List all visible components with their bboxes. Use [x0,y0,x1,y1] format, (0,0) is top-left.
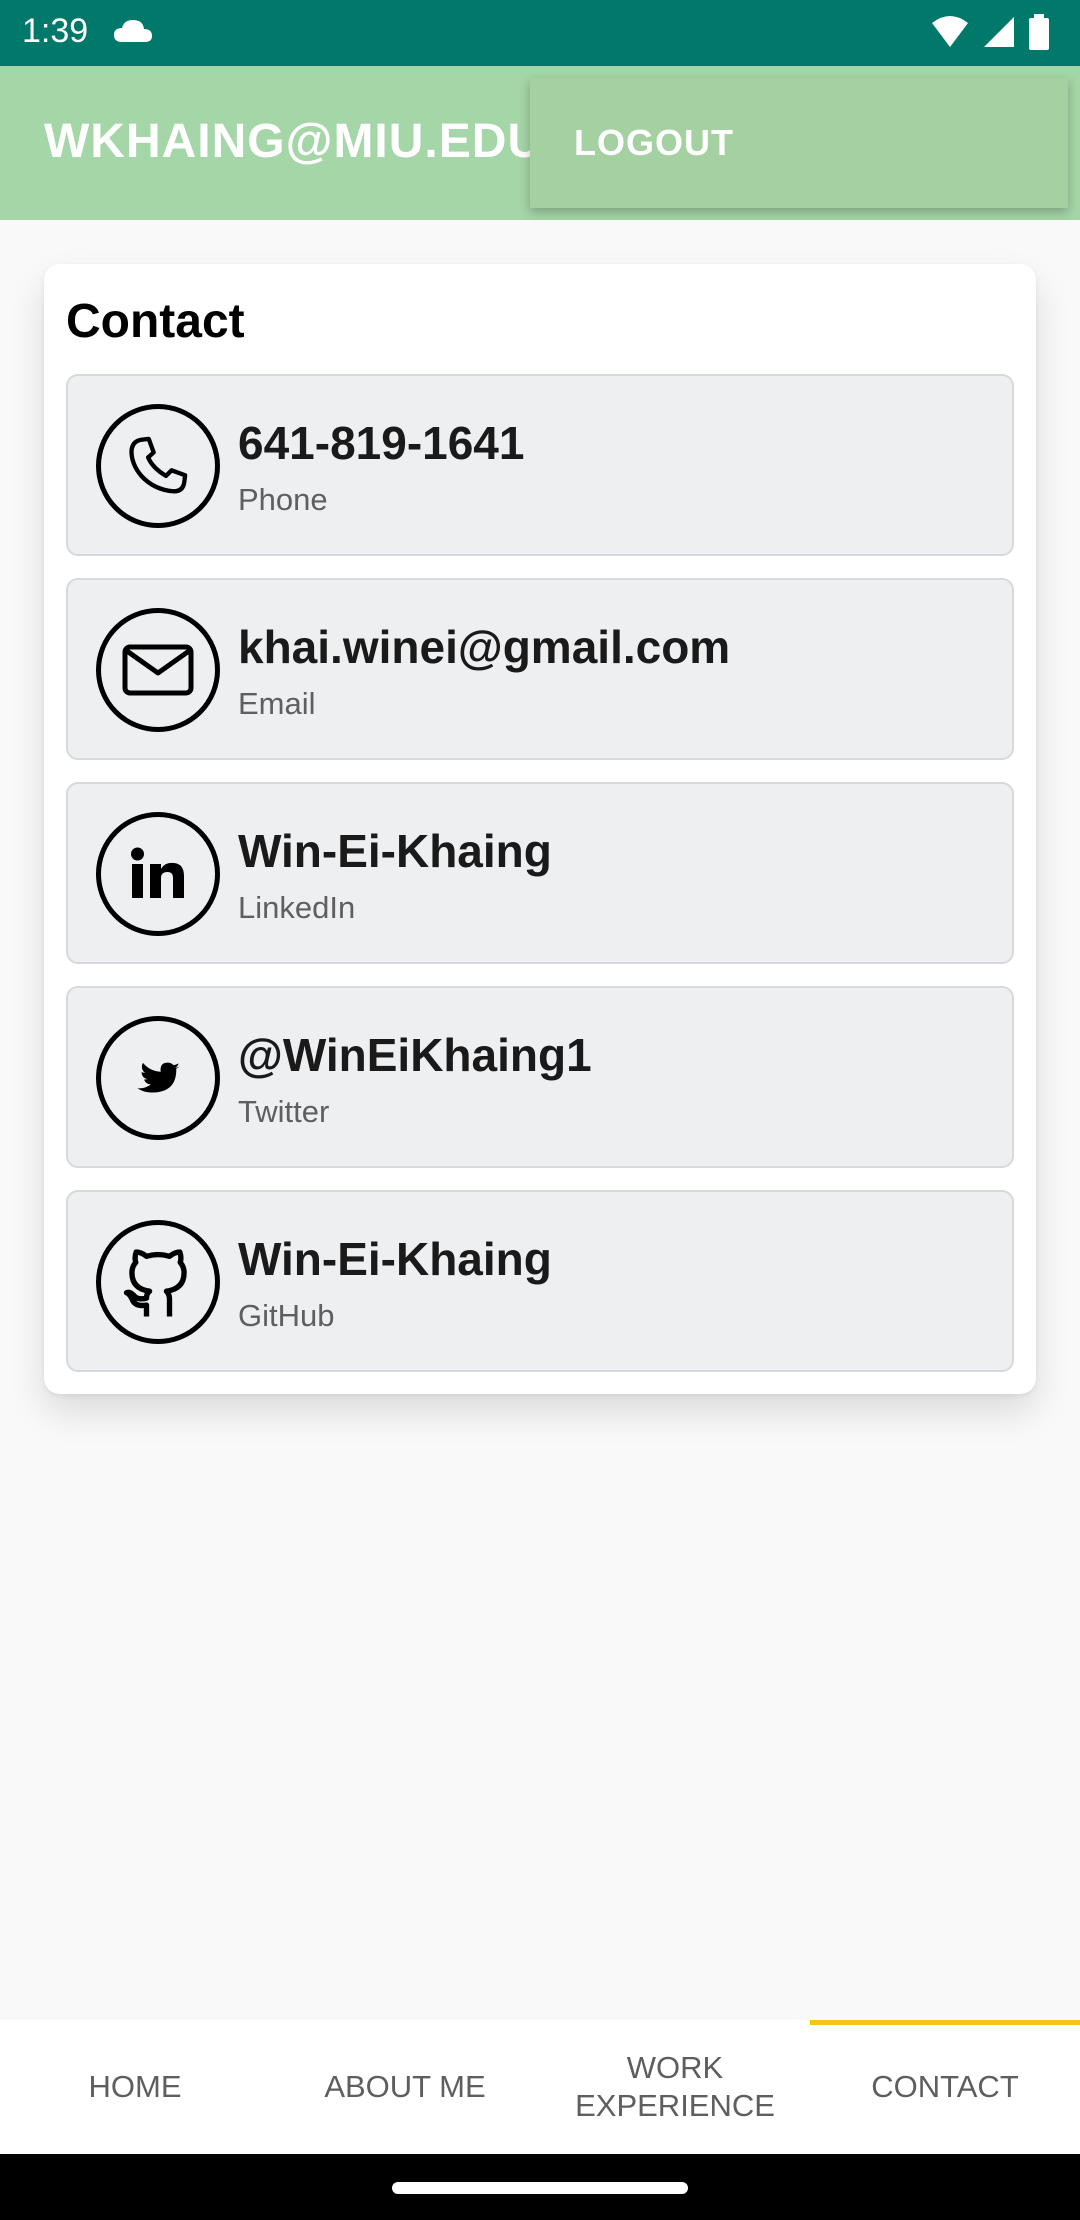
contact-row-linkedin[interactable]: Win-Ei-Khaing LinkedIn [66,782,1014,964]
contact-value: Win-Ei-Khaing [238,825,552,877]
status-bar: 1:39 [0,0,1080,66]
tab-about-me[interactable]: ABOUT ME [270,2020,540,2154]
bottom-nav: HOME ABOUT ME WORK EXPERIENCE CONTACT [0,2020,1080,2154]
status-time: 1:39 [22,12,89,50]
contact-row-phone[interactable]: 641-819-1641 Phone [66,374,1014,556]
contact-row-github[interactable]: Win-Ei-Khaing GitHub [66,1190,1014,1372]
phone-icon [96,404,220,528]
cloud-icon [112,18,154,49]
wifi-icon [930,15,970,54]
battery-icon [1028,14,1050,55]
contact-label: LinkedIn [238,890,356,925]
email-icon [96,608,220,732]
contact-label: Twitter [238,1094,330,1129]
contact-label: Phone [238,482,328,517]
status-icons [930,14,1050,55]
github-icon [96,1220,220,1344]
selected-tab-indicator [810,2020,1080,2025]
contact-row-email[interactable]: khai.winei@gmail.com Email [66,578,1014,760]
contact-value: Win-Ei-Khaing [238,1233,552,1285]
logout-menu-item[interactable]: LOGOUT [574,122,734,164]
tab-contact[interactable]: CONTACT [810,2020,1080,2154]
tab-home[interactable]: HOME [0,2020,270,2154]
signal-icon [982,15,1016,54]
home-gesture-handle[interactable] [392,2182,688,2194]
overflow-menu: LOGOUT [530,78,1068,208]
system-nav-bar [0,2154,1080,2220]
app-title: WKHAING@MIU.EDU(S [44,115,534,168]
twitter-icon [96,1016,220,1140]
contact-value: khai.winei@gmail.com [238,621,731,673]
contact-label: Email [238,686,316,721]
card-title: Contact [66,295,245,348]
contact-row-twitter[interactable]: @WinEiKhaing1 Twitter [66,986,1014,1168]
contact-card: Contact 641-819-1641 Phone khai.winei@gm… [44,264,1036,1394]
contact-value: 641-819-1641 [238,417,525,469]
contact-value: @WinEiKhaing1 [238,1029,592,1081]
tab-work-experience[interactable]: WORK EXPERIENCE [540,2020,810,2154]
contact-label: GitHub [238,1298,335,1333]
linkedin-icon [96,812,220,936]
